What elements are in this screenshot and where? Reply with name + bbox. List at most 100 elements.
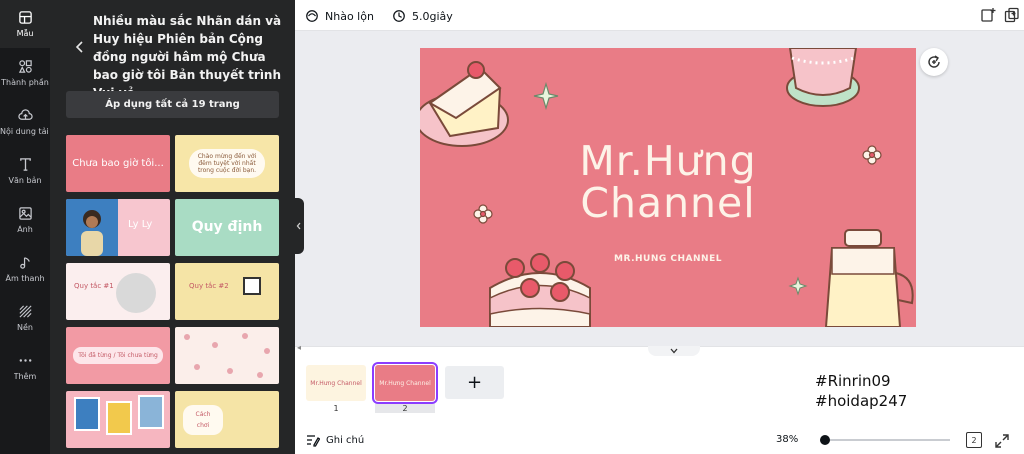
chevron-down-icon bbox=[670, 348, 678, 354]
slide-title-line-2: Channel bbox=[580, 179, 756, 227]
page-number: 1 bbox=[333, 404, 339, 413]
rail-item-more[interactable]: Thêm bbox=[0, 343, 50, 391]
slide-subtitle[interactable]: MR.HUNG CHANNEL bbox=[420, 254, 916, 264]
rail-item-audio[interactable]: Âm thanh bbox=[0, 245, 50, 293]
add-page-button[interactable]: + bbox=[445, 366, 504, 399]
apply-all-pages-button[interactable]: Áp dụng tất cả 19 trang bbox=[66, 91, 279, 118]
more-icon bbox=[19, 359, 31, 362]
rail-item-uploads[interactable]: Nội dung tải lên bbox=[0, 98, 50, 146]
template-thumbnail[interactable]: Chào mừng đến với đêm tuyệt vời nhất tro… bbox=[175, 135, 279, 192]
thumbnail-photo bbox=[106, 401, 132, 435]
rail-item-background[interactable]: Nền bbox=[0, 294, 50, 342]
rail-item-text[interactable]: Văn bản bbox=[0, 147, 50, 195]
back-button[interactable] bbox=[72, 38, 88, 56]
template-icon bbox=[18, 11, 32, 24]
chevron-left-icon bbox=[75, 41, 83, 53]
slide-title[interactable]: Mr.Hưng Channel bbox=[420, 140, 916, 224]
rail-item-templates[interactable]: Mẫu bbox=[0, 0, 50, 48]
background-icon bbox=[18, 305, 32, 318]
template-thumbnail[interactable]: Quy định bbox=[175, 199, 279, 256]
thumbnail-photo bbox=[74, 397, 100, 431]
template-title: Nhiều màu sắc Nhãn dán và Huy hiệu Phiên… bbox=[93, 14, 282, 100]
template-thumbnail[interactable]: Quy tắc #2 bbox=[175, 263, 279, 320]
page-count-button[interactable]: 2 bbox=[966, 432, 982, 448]
duplicate-icon bbox=[1004, 7, 1019, 23]
expand-pages-button[interactable] bbox=[648, 346, 700, 356]
page-thumbnail-1[interactable]: Mr.Hưng Channel bbox=[306, 365, 366, 401]
text-icon bbox=[19, 158, 31, 171]
slide-title-line-1: Mr.Hưng bbox=[579, 137, 757, 185]
thumbnail-text: Tôi đã từng / Tôi chưa từng bbox=[73, 347, 163, 364]
zoom-slider-track[interactable] bbox=[820, 439, 950, 441]
thumbnail-text: Ly Ly bbox=[128, 219, 153, 230]
elements-icon bbox=[18, 60, 32, 73]
qr-code-icon bbox=[243, 277, 261, 295]
watermark-hashtag: #hoidap247 bbox=[815, 392, 908, 410]
photo-icon bbox=[18, 207, 32, 220]
timer-button[interactable]: 5.0giây bbox=[392, 6, 453, 26]
add-page-top-button[interactable] bbox=[980, 7, 996, 23]
rail-label: Âm thanh bbox=[5, 274, 45, 283]
rail-label: Thêm bbox=[13, 372, 37, 381]
add-comment-button[interactable] bbox=[920, 48, 948, 76]
add-page-icon bbox=[981, 8, 996, 22]
template-thumbnail[interactable]: Tôi đã từng / Tôi chưa từng bbox=[66, 327, 170, 384]
cake-slice-icon bbox=[420, 61, 509, 147]
watermark-hashtag: #Rinrin09 bbox=[815, 372, 891, 390]
left-rail: Mẫu Thành phần Nội dung tải lên Văn bản … bbox=[0, 0, 50, 454]
thumbnail-text: Quy tắc #1 bbox=[74, 282, 114, 290]
notes-icon bbox=[307, 435, 320, 447]
slide-canvas[interactable]: Mr.Hưng Channel MR.HUNG CHANNEL bbox=[420, 48, 916, 327]
template-thumbnail[interactable]: Chưa bao giờ tôi... bbox=[66, 135, 170, 192]
zoom-slider-knob[interactable] bbox=[820, 435, 830, 445]
thumbnail-photo bbox=[116, 273, 156, 313]
rail-label: Ảnh bbox=[17, 225, 33, 234]
thumbnail-text: Chào mừng đến với đêm tuyệt vời nhất tro… bbox=[197, 153, 257, 174]
zoom-label: 38% bbox=[776, 434, 799, 445]
notes-button[interactable]: Ghi chú bbox=[306, 433, 364, 447]
rail-label: Nền bbox=[17, 323, 33, 332]
thumbnail-text: Quy định bbox=[191, 219, 263, 235]
template-thumbnail[interactable]: Cách chơi bbox=[175, 391, 279, 448]
upload-cloud-icon bbox=[17, 109, 33, 120]
rail-label: Nội dung tải lên bbox=[0, 127, 50, 136]
thumbnail-text: Quy tắc #2 bbox=[189, 282, 229, 290]
chevron-left-icon bbox=[296, 222, 301, 230]
teacup-icon bbox=[786, 48, 860, 107]
rail-item-photos[interactable]: Ảnh bbox=[0, 196, 50, 244]
rail-item-elements[interactable]: Thành phần bbox=[0, 49, 50, 97]
sparkle-icon bbox=[533, 81, 559, 111]
sparkle-icon bbox=[788, 276, 808, 296]
page-thumbnail-text: Mr.Hưng Channel bbox=[310, 379, 362, 387]
shuffle-button[interactable]: Nhào lộn bbox=[305, 6, 374, 26]
template-thumbnail[interactable] bbox=[66, 391, 170, 448]
page-thumbnail-2[interactable]: Mr.Hưng Channel bbox=[372, 362, 438, 404]
scroll-left-icon[interactable]: ◂ bbox=[297, 343, 301, 352]
thumbnail-photo bbox=[138, 395, 164, 429]
music-icon bbox=[19, 257, 30, 269]
fullscreen-button[interactable] bbox=[995, 433, 1009, 448]
page-number: 2 bbox=[375, 404, 435, 413]
thumbnail-photo bbox=[66, 199, 118, 256]
duplicate-page-button[interactable] bbox=[1004, 7, 1020, 23]
timer-label: 5.0giây bbox=[412, 9, 453, 23]
person-photo-icon bbox=[81, 210, 103, 256]
rail-label: Thành phần bbox=[1, 78, 49, 87]
zoom-value: 38% bbox=[776, 434, 798, 445]
notes-label: Ghi chú bbox=[326, 434, 365, 446]
thumbnail-text: Chưa bao giờ tôi... bbox=[72, 158, 164, 169]
page-thumbnail-text: Mr.Hưng Channel bbox=[379, 379, 431, 387]
strawberry-cake-icon bbox=[489, 253, 591, 327]
shuffle-icon bbox=[306, 10, 318, 22]
template-thumbnail[interactable] bbox=[175, 327, 279, 384]
rail-label: Văn bản bbox=[8, 176, 42, 185]
rail-label: Mẫu bbox=[16, 29, 34, 38]
fullscreen-icon bbox=[995, 434, 1009, 448]
template-thumbnail[interactable]: Quy tắc #1 bbox=[66, 263, 170, 320]
comment-refresh-icon bbox=[928, 55, 940, 68]
template-thumbnail[interactable]: Ly Ly bbox=[66, 199, 170, 256]
pattern-icon bbox=[184, 333, 270, 378]
shuffle-label: Nhào lộn bbox=[325, 9, 374, 23]
thumbnail-text: Cách chơi bbox=[195, 411, 211, 429]
collapse-panel-button[interactable] bbox=[294, 198, 304, 254]
